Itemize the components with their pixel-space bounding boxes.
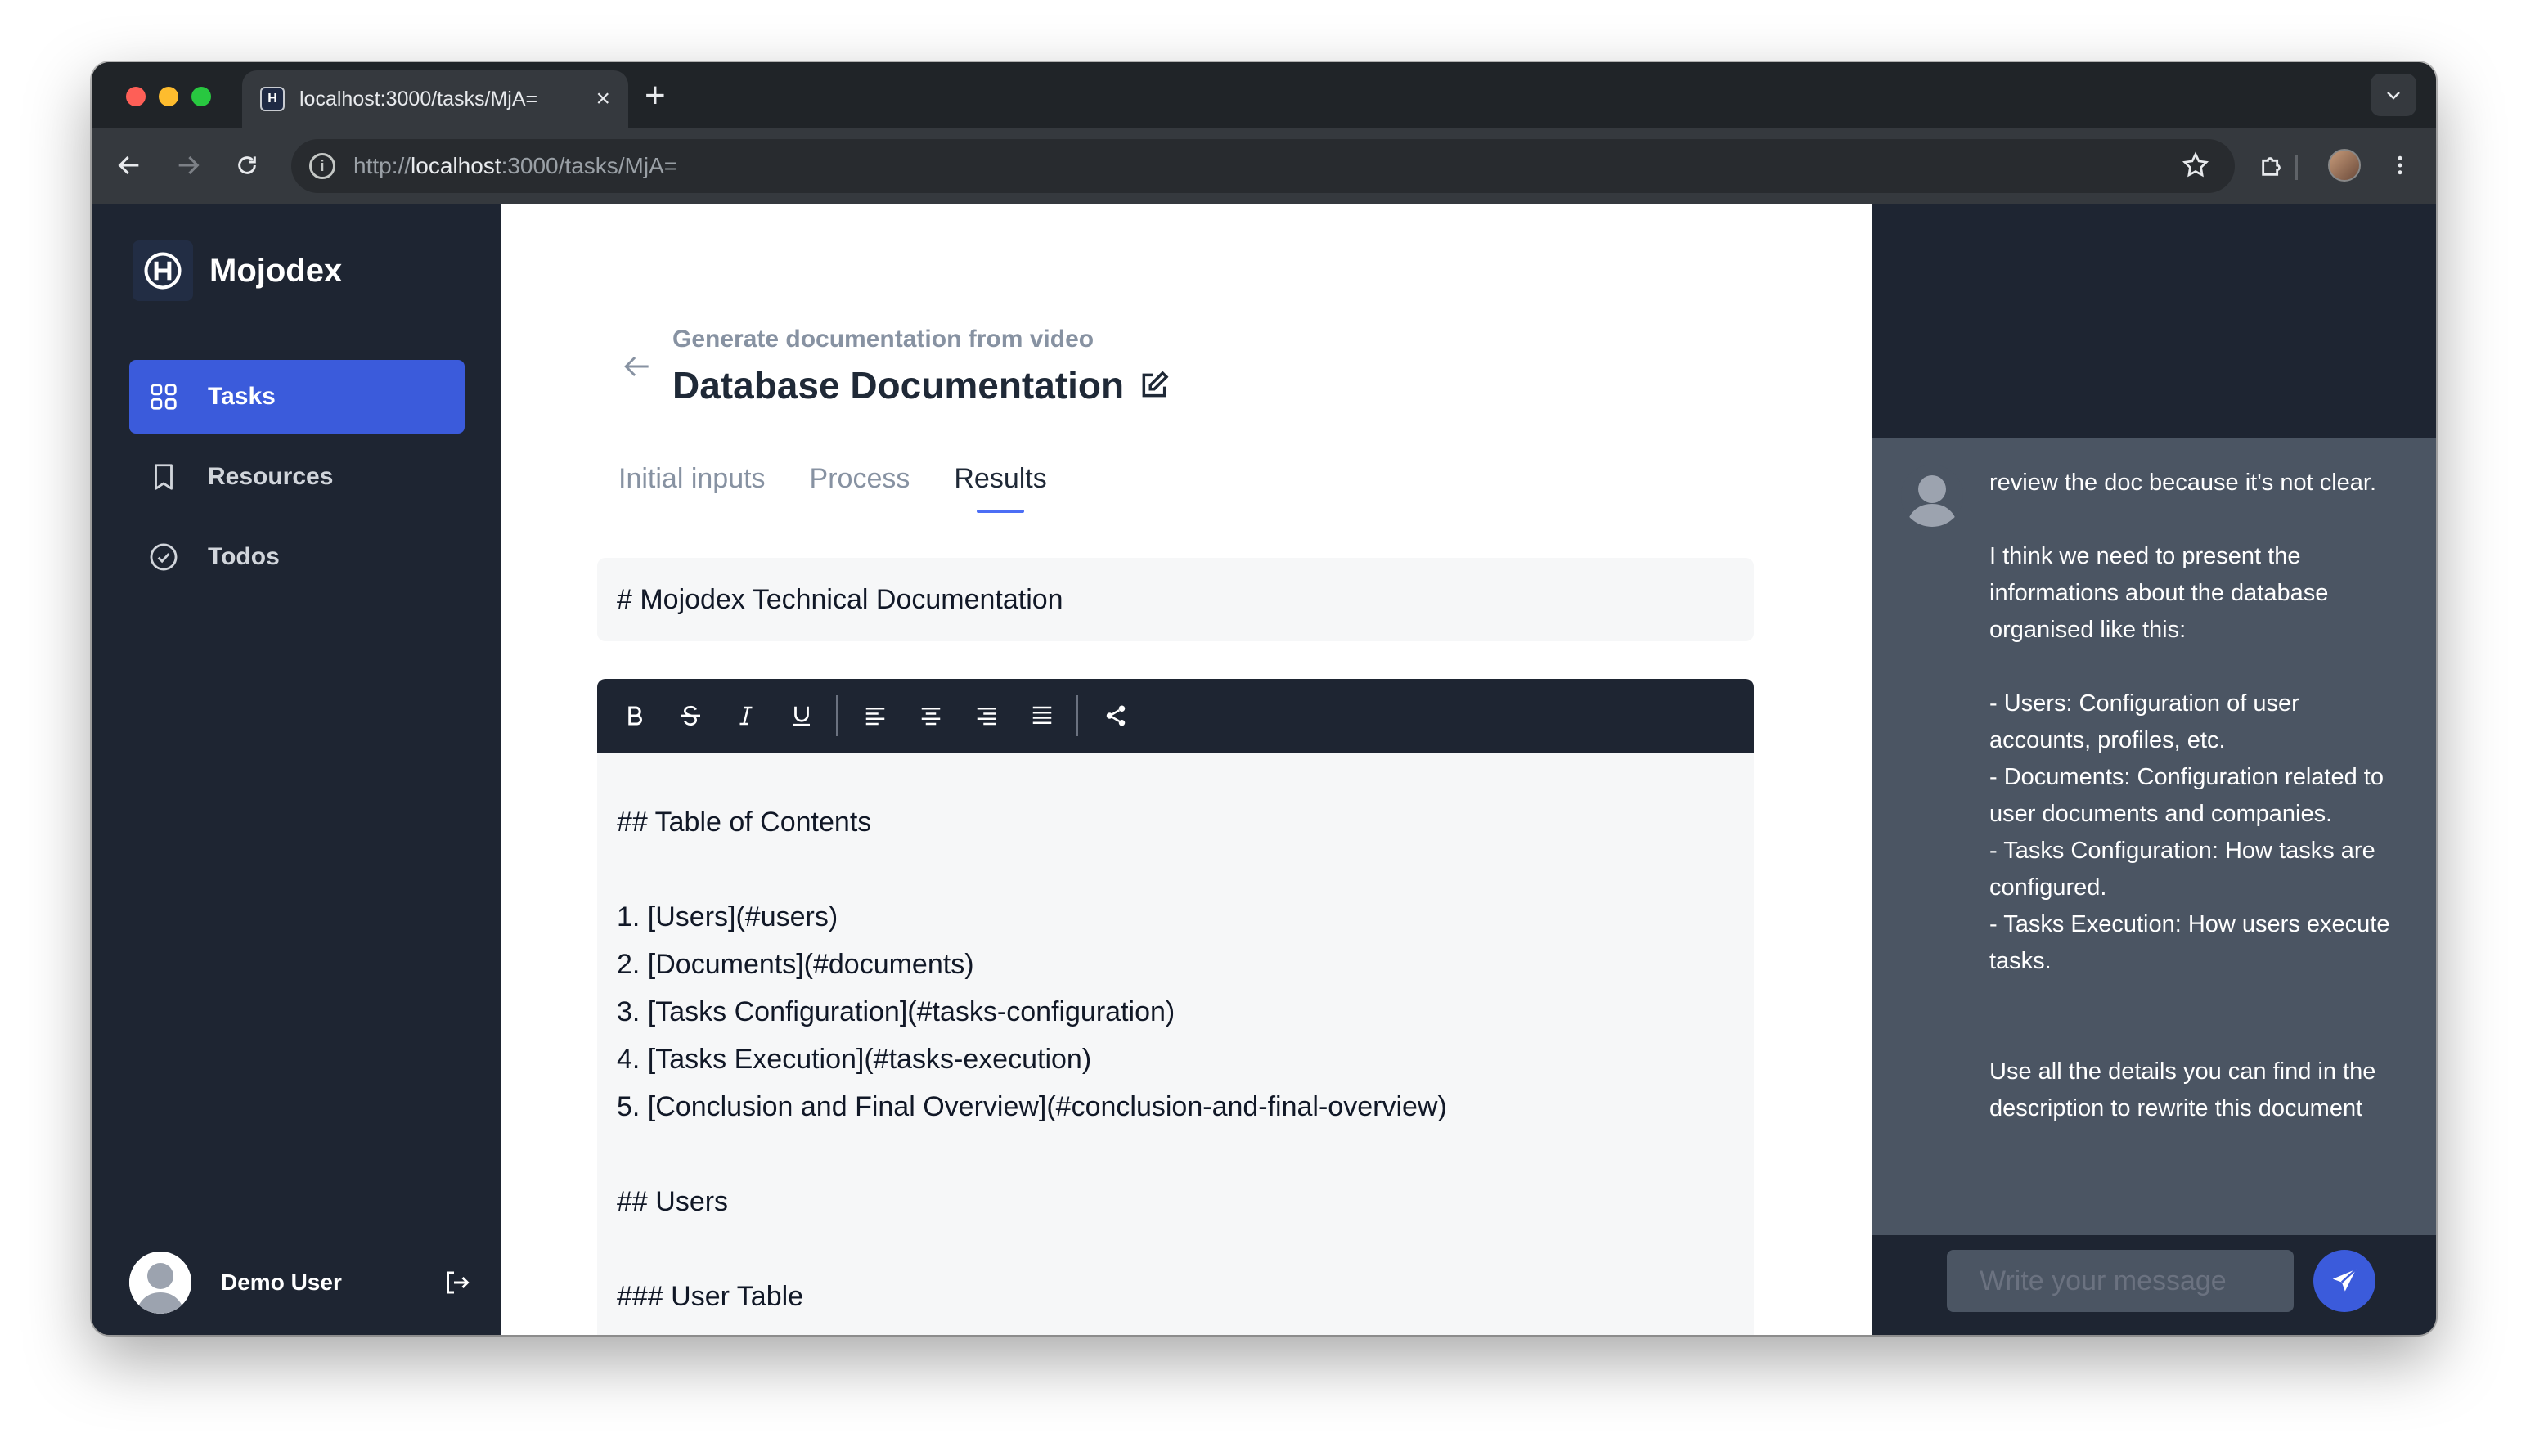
- sidebar-item-label: Resources: [208, 463, 334, 490]
- profile-button[interactable]: [2325, 146, 2364, 185]
- avatar: [1901, 465, 1963, 527]
- task-type-subtitle: Generate documentation from video: [672, 326, 1094, 353]
- back-button[interactable]: [110, 146, 149, 185]
- chat-input-bar: [1872, 1235, 2436, 1335]
- extensions-button[interactable]: [2253, 146, 2292, 185]
- profile-avatar: [2328, 149, 2361, 182]
- bold-icon[interactable]: [617, 698, 653, 734]
- minimize-window-button[interactable]: [159, 87, 178, 106]
- browser-toolbar: i http://localhost:3000/tasks/MjA=: [92, 128, 2436, 204]
- app-root: Mojodex Tasks Resources Todos Demo User …: [92, 204, 2436, 1335]
- chevron-down-icon: [2387, 92, 2400, 100]
- user-name: Demo User: [221, 1270, 342, 1295]
- avatar[interactable]: [129, 1252, 191, 1314]
- editor-line: ### User Table: [617, 1281, 804, 1312]
- sidebar-item-label: Tasks: [208, 383, 276, 410]
- reload-icon: [238, 156, 256, 174]
- browser-tab-bar: H localhost:3000/tasks/MjA= × +: [92, 62, 2436, 128]
- send-button[interactable]: [2313, 1250, 2375, 1312]
- task-title-text: Database Documentation: [672, 364, 1125, 407]
- logout-icon[interactable]: [440, 1266, 473, 1299]
- tab-search-button[interactable]: [2371, 74, 2416, 116]
- back-arrow-icon[interactable]: [618, 348, 654, 389]
- message-input[interactable]: [1947, 1250, 2294, 1312]
- edit-icon[interactable]: [1139, 370, 1170, 401]
- more-vertical-icon: [2398, 155, 2402, 175]
- share-icon[interactable]: [1098, 698, 1134, 734]
- editor-line: 2. [Documents](#documents): [617, 949, 974, 980]
- brand[interactable]: Mojodex: [133, 240, 342, 301]
- puzzle-icon: [2262, 157, 2281, 176]
- forward-button[interactable]: [169, 146, 208, 185]
- tab-results[interactable]: Results: [954, 463, 1047, 513]
- strikethrough-icon[interactable]: [672, 698, 708, 734]
- chat-message: review the doc because it's not clear. I…: [1901, 465, 2407, 1127]
- sidebar-item-label: Todos: [208, 543, 280, 570]
- align-right-icon[interactable]: [969, 698, 1005, 734]
- site-info-icon[interactable]: i: [309, 153, 335, 179]
- italic-icon[interactable]: [728, 698, 764, 734]
- sidebar: Mojodex Tasks Resources Todos Demo User: [92, 204, 501, 1335]
- address-bar[interactable]: i http://localhost:3000/tasks/MjA=: [291, 139, 2235, 193]
- chat-panel: review the doc because it's not clear. I…: [1872, 204, 2436, 1335]
- align-left-icon[interactable]: [857, 698, 893, 734]
- editor-line: 4. [Tasks Execution](#tasks-execution): [617, 1044, 1092, 1075]
- bookmark-icon: [147, 461, 180, 493]
- brand-name: Mojodex: [209, 252, 343, 289]
- editor-line: 1. [Users](#users): [617, 901, 838, 932]
- chat-message-text: review the doc because it's not clear. I…: [1989, 470, 2390, 1121]
- page-title: Database Documentation: [672, 363, 1170, 407]
- maximize-window-button[interactable]: [191, 87, 211, 106]
- favicon-icon: H: [260, 87, 285, 111]
- toolbar-divider: [1076, 695, 1078, 736]
- reload-button[interactable]: [227, 146, 267, 185]
- grid-icon: [147, 380, 180, 413]
- check-circle-icon: [147, 541, 180, 573]
- mojodex-logo-icon: [133, 240, 193, 301]
- sidebar-item-tasks[interactable]: Tasks: [129, 360, 465, 434]
- toolbar-divider: [836, 695, 838, 736]
- chat-header: [1872, 204, 2436, 438]
- document-title-field[interactable]: # Mojodex Technical Documentation: [597, 558, 1754, 641]
- align-center-icon[interactable]: [913, 698, 949, 734]
- tab-initial-inputs[interactable]: Initial inputs: [618, 463, 766, 513]
- browser-menu-button[interactable]: [2380, 146, 2420, 185]
- sidebar-item-todos[interactable]: Todos: [129, 520, 465, 594]
- arrow-right-icon: [178, 155, 200, 175]
- send-icon: [2332, 1268, 2357, 1292]
- browser-window: H localhost:3000/tasks/MjA= × + i http:/…: [92, 62, 2436, 1335]
- main-content: Generate documentation from video Databa…: [501, 204, 1872, 1335]
- browser-tab[interactable]: H localhost:3000/tasks/MjA= ×: [242, 70, 628, 128]
- arrow-left-icon: [118, 155, 139, 175]
- sidebar-item-resources[interactable]: Resources: [129, 440, 465, 514]
- close-tab-icon[interactable]: ×: [596, 87, 610, 111]
- user-area: Demo User: [129, 1250, 473, 1315]
- tab-title: localhost:3000/tasks/MjA=: [299, 87, 538, 110]
- bookmark-star-icon[interactable]: [2181, 151, 2210, 184]
- editor-line: 5. [Conclusion and Final Overview](#conc…: [617, 1091, 1447, 1122]
- editor-line: ## Users: [617, 1186, 729, 1217]
- editor-line: 3. [Tasks Configuration](#tasks-configur…: [617, 996, 1175, 1027]
- toolbar-separator: [2295, 155, 2298, 180]
- align-justify-icon[interactable]: [1024, 698, 1060, 734]
- underline-icon[interactable]: [784, 698, 820, 734]
- tab-process[interactable]: Process: [810, 463, 910, 513]
- close-window-button[interactable]: [126, 87, 146, 106]
- sidebar-nav: Tasks Resources Todos: [129, 360, 465, 600]
- editor-line: ## Table of Contents: [617, 807, 872, 838]
- new-tab-icon[interactable]: +: [645, 75, 666, 116]
- editor-toolbar: [597, 679, 1754, 753]
- document-editor[interactable]: ## Table of Contents 1. [Users](#users) …: [597, 753, 1754, 1335]
- url-text: http://localhost:3000/tasks/MjA=: [353, 153, 678, 178]
- task-tabs: Initial inputs Process Results: [618, 463, 1091, 513]
